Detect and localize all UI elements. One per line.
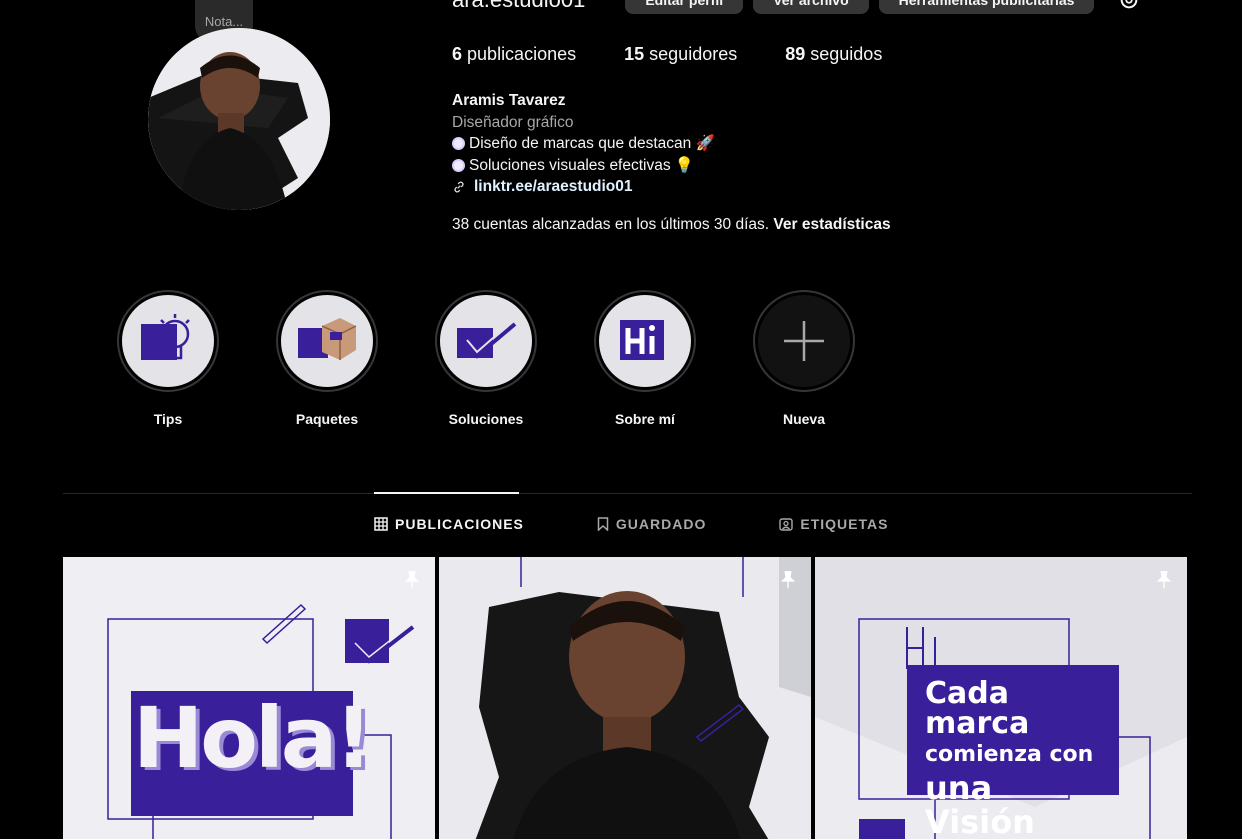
bio-line-1: Diseño de marcas que destacan 🚀 xyxy=(452,133,715,155)
story-highlights: Tips Paquetes Soluciones Sobre mí Nueva xyxy=(117,290,855,427)
view-archive-button[interactable]: Ver archivo xyxy=(753,0,869,14)
highlight-cover xyxy=(440,295,532,387)
plus-icon xyxy=(784,321,824,361)
vision-line-3: una Visión xyxy=(925,769,1035,839)
tabs-divider xyxy=(63,493,1192,494)
tab-saved-label: GUARDADO xyxy=(615,516,707,532)
highlight-ring xyxy=(117,290,219,392)
highlight-ring xyxy=(753,290,855,392)
active-tab-indicator xyxy=(374,492,519,494)
stat-followers[interactable]: 15 seguidores xyxy=(624,44,737,65)
stat-following[interactable]: 89 seguidos xyxy=(785,44,882,65)
post-tile[interactable]: Cada marca comienza con una Visión xyxy=(815,557,1187,839)
highlight-label: Paquetes xyxy=(295,411,359,427)
posts-grid: Hola! Cada marca comienza con una Visión xyxy=(63,557,1187,839)
vision-line-1: Cada marca xyxy=(925,676,1030,741)
profile-name: Aramis Tavarez xyxy=(452,92,566,109)
highlight-ring xyxy=(435,290,537,392)
post-tile[interactable]: Hola! xyxy=(63,557,435,839)
highlight-new[interactable]: Nueva xyxy=(753,290,855,427)
tab-posts[interactable]: PUBLICACIONES xyxy=(374,516,524,532)
reach-summary: 38 cuentas alcanzadas en los últimos 30 … xyxy=(452,216,891,234)
highlight-label: Nueva xyxy=(782,411,826,427)
highlight-cover xyxy=(599,295,691,387)
bio-link[interactable]: linktr.ee/araestudio01 xyxy=(452,176,715,198)
highlight-tips[interactable]: Tips xyxy=(117,290,219,427)
highlight-label: Tips xyxy=(153,411,183,427)
vision-line-2: comienza con xyxy=(925,742,1094,767)
highlight-about[interactable]: Sobre mí xyxy=(594,290,696,427)
profile-category: Diseñador gráfico xyxy=(452,113,574,131)
tab-saved[interactable]: GUARDADO xyxy=(597,516,706,532)
post-portrait-art xyxy=(439,557,811,839)
highlight-cover xyxy=(122,295,214,387)
stat-followers-value: 15 xyxy=(624,44,645,64)
highlight-packages[interactable]: Paquetes xyxy=(276,290,378,427)
check-icon xyxy=(457,322,517,359)
profile-avatar[interactable] xyxy=(148,28,330,210)
highlight-cover xyxy=(281,295,373,387)
ad-tools-button[interactable]: Herramientas publicitarias xyxy=(878,0,1095,14)
stat-following-value: 89 xyxy=(785,44,806,64)
highlight-ring xyxy=(594,290,696,392)
profile-tabs: PUBLICACIONES GUARDADO ETIQUETAS xyxy=(374,516,888,532)
box-icon xyxy=(298,318,357,360)
stat-posts: 6 publicaciones xyxy=(452,44,576,65)
stat-following-label: seguidos xyxy=(810,44,883,64)
bullet-dot-icon xyxy=(452,158,465,172)
vision-banner: Cada marca comienza con una Visión xyxy=(907,665,1119,839)
highlight-label: Sobre mí xyxy=(615,411,675,427)
profile-header-row: ara.estudio01 Editar perfil Ver archivo … xyxy=(452,0,1140,14)
bio-link-text: linktr.ee/araestudio01 xyxy=(474,178,633,195)
edit-profile-button[interactable]: Editar perfil xyxy=(625,0,744,14)
pin-icon xyxy=(1156,571,1172,589)
bullet-dot-icon xyxy=(452,137,465,151)
tab-tagged-label: ETIQUETAS xyxy=(800,516,889,532)
tab-posts-label: PUBLICACIONES xyxy=(395,516,524,532)
bio-line-2: Soluciones visuales efectivas 💡 xyxy=(452,155,715,177)
username: ara.estudio01 xyxy=(452,0,585,13)
tab-tagged[interactable]: ETIQUETAS xyxy=(779,516,888,532)
bio-line-2-text: Soluciones visuales efectivas 💡 xyxy=(469,156,695,174)
highlight-ring xyxy=(276,290,378,392)
link-icon xyxy=(454,181,464,193)
note-label: Nota... xyxy=(204,13,244,29)
bio-line-1-text: Diseño de marcas que destacan 🚀 xyxy=(469,135,715,152)
avatar-image xyxy=(148,28,330,210)
profile-bio: Aramis Tavarez Diseñador gráfico Diseño … xyxy=(452,90,715,198)
stat-followers-label: seguidores xyxy=(649,44,738,64)
highlight-solutions[interactable]: Soluciones xyxy=(435,290,537,427)
post-headline: Hola! xyxy=(133,689,373,787)
bookmark-icon xyxy=(597,517,609,531)
tag-user-icon xyxy=(779,518,794,531)
highlight-label: Soluciones xyxy=(448,411,524,427)
profile-stats: 6 publicaciones 15 seguidores 89 seguido… xyxy=(452,44,882,65)
stat-posts-label: publicaciones xyxy=(467,44,577,64)
view-insights-link[interactable]: Ver estadísticas xyxy=(773,216,890,233)
reach-text: 38 cuentas alcanzadas en los últimos 30 … xyxy=(452,216,770,233)
pin-icon xyxy=(404,571,420,589)
grid-icon xyxy=(374,517,388,531)
gear-icon[interactable] xyxy=(1118,0,1140,11)
pin-icon xyxy=(780,571,796,589)
stat-posts-value: 6 xyxy=(452,44,463,64)
highlight-cover xyxy=(758,295,850,387)
lightbulb-icon xyxy=(141,314,190,360)
post-tile[interactable] xyxy=(439,557,811,839)
hi-icon xyxy=(620,320,664,360)
